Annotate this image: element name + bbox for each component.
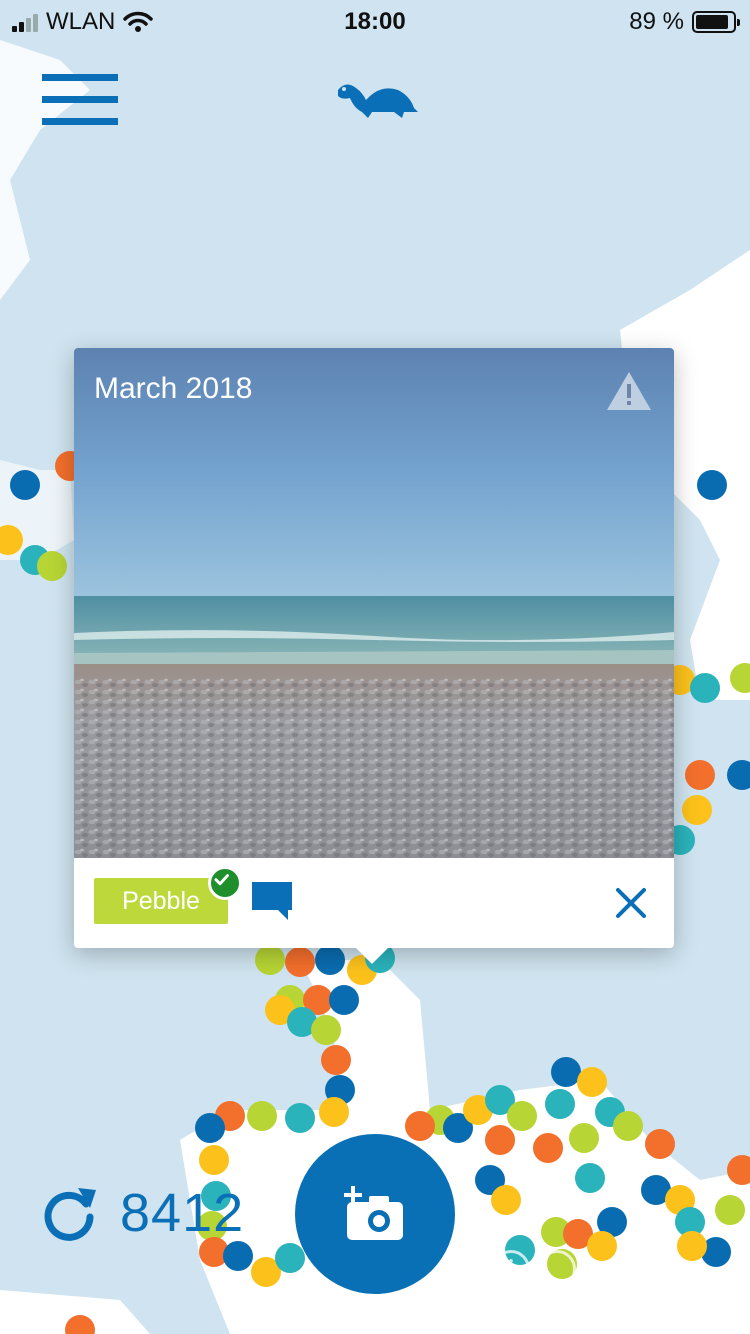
check-badge-icon bbox=[208, 866, 242, 900]
comment-icon[interactable] bbox=[250, 880, 294, 922]
map-marker[interactable] bbox=[577, 1067, 607, 1097]
map-marker[interactable] bbox=[697, 470, 727, 500]
status-bar: WLAN 18:00 89 % bbox=[0, 0, 750, 42]
map-marker[interactable] bbox=[255, 945, 285, 975]
turtle-logo-icon bbox=[338, 84, 418, 118]
battery-fill bbox=[696, 15, 729, 29]
map-marker[interactable] bbox=[690, 673, 720, 703]
map-marker[interactable] bbox=[223, 1241, 253, 1271]
refresh-button[interactable]: 8412 bbox=[40, 1182, 244, 1244]
map-marker[interactable] bbox=[485, 1125, 515, 1155]
map-marker[interactable] bbox=[315, 945, 345, 975]
map-marker[interactable] bbox=[682, 795, 712, 825]
map-marker[interactable] bbox=[319, 1097, 349, 1127]
map-marker[interactable] bbox=[613, 1111, 643, 1141]
add-photo-camera-icon bbox=[344, 1186, 403, 1240]
map-marker[interactable] bbox=[491, 1185, 521, 1215]
map-marker[interactable] bbox=[533, 1133, 563, 1163]
status-right: 89 % bbox=[629, 8, 740, 36]
map-marker[interactable] bbox=[645, 1129, 675, 1159]
photo-date: March 2018 bbox=[94, 372, 253, 405]
map-marker[interactable] bbox=[507, 1101, 537, 1131]
map-marker[interactable] bbox=[551, 1057, 581, 1087]
observation-count: 8412 bbox=[120, 1183, 245, 1243]
observation-photo[interactable]: March 2018 bbox=[74, 348, 674, 858]
map-marker[interactable] bbox=[569, 1123, 599, 1153]
mapbox-wordmark: mapbox bbox=[580, 1252, 696, 1285]
observation-popup: March 2018 Pebble bbox=[74, 348, 674, 948]
battery-icon bbox=[692, 11, 740, 33]
map-marker[interactable] bbox=[275, 1243, 305, 1273]
warning-triangle-icon[interactable] bbox=[606, 370, 652, 412]
map-marker[interactable] bbox=[199, 1145, 229, 1175]
map-marker[interactable] bbox=[715, 1195, 745, 1225]
refresh-icon bbox=[44, 1188, 96, 1241]
mapbox-mark-icon bbox=[538, 1250, 576, 1288]
add-photo-button[interactable] bbox=[295, 1134, 455, 1294]
map-marker[interactable] bbox=[285, 947, 315, 977]
map-marker[interactable] bbox=[10, 470, 40, 500]
map-marker[interactable] bbox=[329, 985, 359, 1015]
close-x-icon[interactable] bbox=[614, 886, 648, 920]
map-attribution: i mapbox bbox=[492, 1250, 695, 1288]
battery-percent: 89 % bbox=[629, 8, 684, 35]
map-marker[interactable] bbox=[195, 1113, 225, 1143]
popup-footer: Pebble bbox=[74, 858, 674, 948]
popup-pointer bbox=[352, 944, 392, 964]
map-marker[interactable] bbox=[575, 1163, 605, 1193]
map-marker[interactable] bbox=[405, 1111, 435, 1141]
map-marker[interactable] bbox=[311, 1015, 341, 1045]
map-marker[interactable] bbox=[545, 1089, 575, 1119]
map-marker[interactable] bbox=[321, 1045, 351, 1075]
attribution-info-icon[interactable]: i bbox=[492, 1250, 530, 1288]
map-marker[interactable] bbox=[247, 1101, 277, 1131]
hamburger-menu-icon[interactable] bbox=[42, 74, 118, 126]
map-marker[interactable] bbox=[37, 551, 67, 581]
map-marker[interactable] bbox=[285, 1103, 315, 1133]
map-marker[interactable] bbox=[685, 760, 715, 790]
mapbox-logo: mapbox bbox=[538, 1250, 695, 1288]
